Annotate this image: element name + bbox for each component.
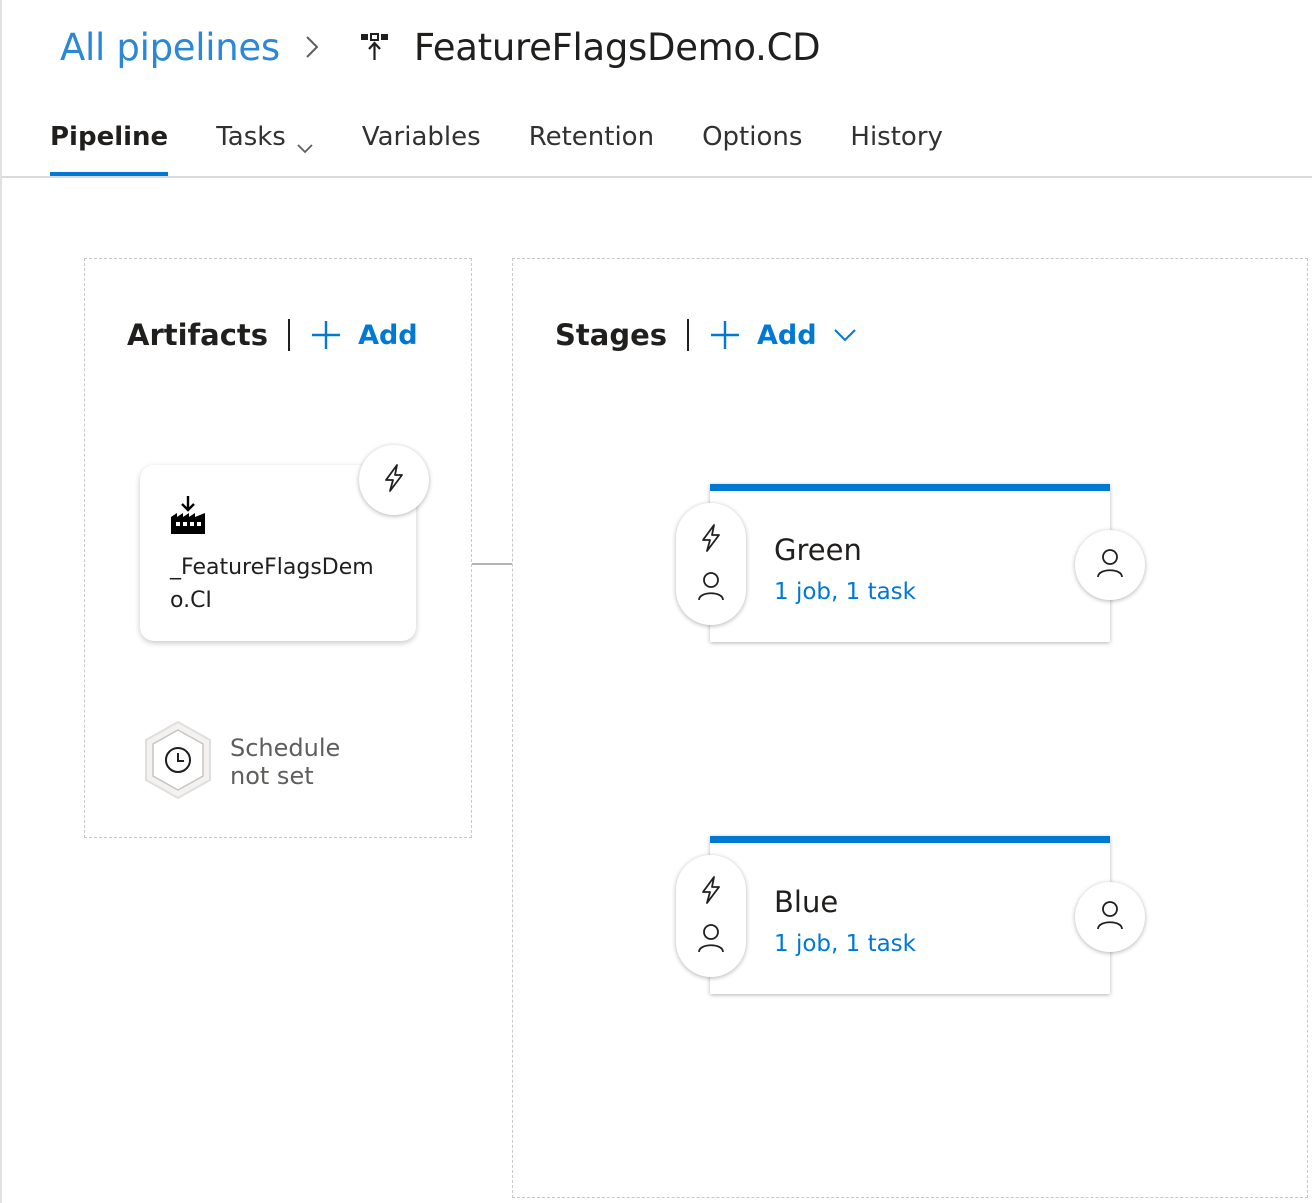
person-icon [1096,900,1124,934]
tab-label: Retention [528,122,655,152]
add-stage-label: Add [757,319,817,351]
schedule-line2: not set [230,762,314,790]
tab-variables[interactable]: Variables [362,118,481,176]
artifact-name: _FeatureFlagsDemo.CI [170,555,374,613]
lightning-icon [698,875,724,909]
schedule-status: Schedule not set [230,734,340,790]
schedule-line1: Schedule [230,734,341,762]
stages-title: Stages [555,318,668,352]
tab-tasks[interactable]: Tasks [216,118,314,176]
chevron-right-icon [292,35,332,59]
person-icon [1096,548,1124,582]
pre-deployment-conditions-button[interactable] [676,503,746,625]
tab-retention[interactable]: Retention [529,118,654,176]
release-pipeline-icon [360,32,390,62]
tab-history[interactable]: History [850,118,943,176]
tab-pipeline[interactable]: Pipeline [50,118,169,176]
build-artifact-icon [170,495,206,539]
plus-icon [709,319,741,351]
header-divider [288,319,291,351]
tab-label: History [850,122,943,152]
stage-jobs-link[interactable]: 1 job, 1 task [774,579,916,605]
post-deployment-conditions-button[interactable] [1075,530,1145,600]
lightning-icon [381,463,407,497]
person-icon [697,571,725,605]
plus-icon [310,319,342,351]
tab-label: Pipeline [50,122,169,152]
stage-card-blue[interactable]: Blue 1 job, 1 task [710,836,1110,994]
add-artifact-button[interactable]: Add [310,319,418,351]
pre-deployment-conditions-button[interactable] [676,855,746,977]
tab-bar: Pipeline Tasks Variables Retention Optio… [50,118,991,178]
artifacts-header: Artifacts Add [127,315,418,355]
chevron-down-icon [296,132,314,162]
post-deployment-conditions-button[interactable] [1075,882,1145,952]
tab-label: Variables [361,122,481,152]
schedule-trigger[interactable]: Schedule not set [142,720,340,804]
artifacts-title: Artifacts [127,318,269,352]
tab-label: Tasks [216,122,286,152]
stage-card-green[interactable]: Green 1 job, 1 task [710,484,1110,642]
stage-jobs-link[interactable]: 1 job, 1 task [774,931,916,957]
tab-divider [2,176,1312,178]
continuous-deployment-trigger-button[interactable] [359,445,429,515]
chevron-down-icon [833,328,857,342]
header-divider [687,319,690,351]
all-pipelines-link[interactable]: All pipelines [60,26,280,69]
breadcrumb: All pipelines FeatureFlagsDemo.CD [60,22,821,72]
person-icon [697,923,725,957]
pipeline-connector [472,563,512,565]
stage-name: Green [774,533,862,567]
stage-name: Blue [774,885,839,919]
tab-label: Options [702,122,803,152]
tab-options[interactable]: Options [702,118,802,176]
add-stage-button[interactable]: Add [709,319,857,351]
stages-header: Stages Add [555,315,857,355]
clock-icon [142,720,214,804]
stages-panel: Stages Add [512,258,1308,1198]
lightning-icon [698,523,724,557]
add-artifact-label: Add [358,319,418,351]
page-title: FeatureFlagsDemo.CD [413,25,821,69]
